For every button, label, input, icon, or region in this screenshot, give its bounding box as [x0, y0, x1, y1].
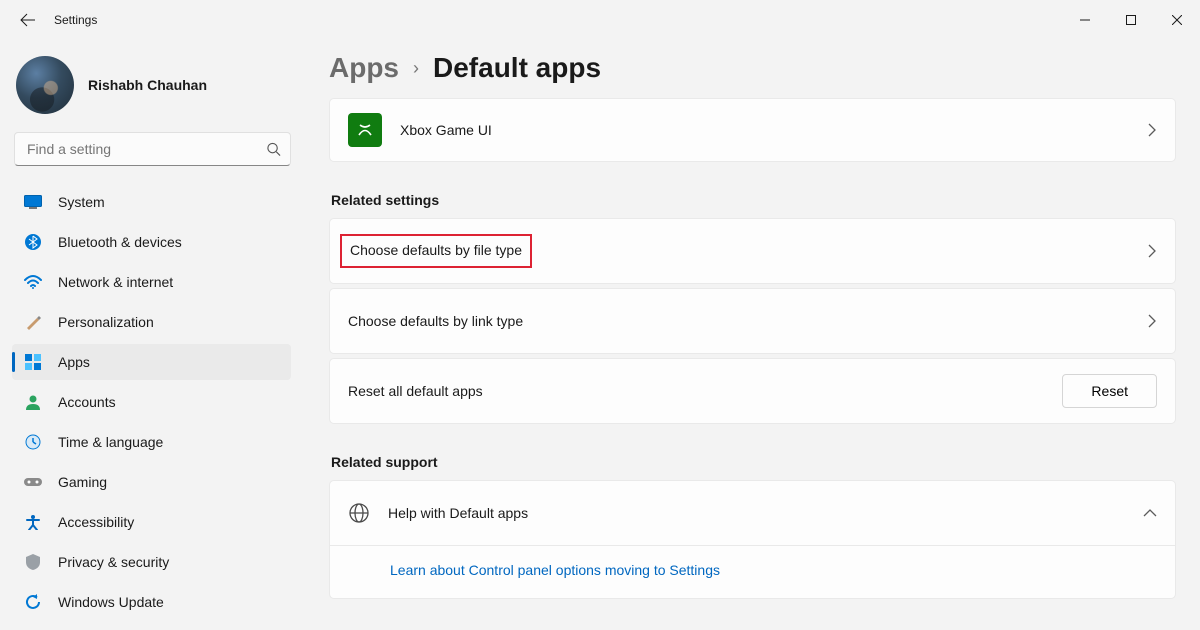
- sidebar-item-label: Gaming: [58, 474, 107, 490]
- sidebar-item-privacy[interactable]: Privacy & security: [12, 544, 291, 580]
- chevron-right-icon: [1147, 314, 1157, 328]
- user-name: Rishabh Chauhan: [88, 77, 207, 93]
- chevron-right-icon: [1147, 244, 1157, 258]
- reset-button[interactable]: Reset: [1062, 374, 1157, 408]
- user-profile[interactable]: Rishabh Chauhan: [16, 56, 289, 114]
- setting-file-type[interactable]: Choose defaults by file type: [329, 218, 1176, 284]
- gamepad-icon: [24, 473, 42, 491]
- sidebar-item-accessibility[interactable]: Accessibility: [12, 504, 291, 540]
- globe-icon: [348, 502, 370, 524]
- setting-link-type[interactable]: Choose defaults by link type: [329, 288, 1176, 354]
- support-label: Help with Default apps: [388, 505, 528, 521]
- sidebar-item-label: Windows Update: [58, 594, 164, 610]
- avatar: [16, 56, 74, 114]
- sidebar-item-label: Network & internet: [58, 274, 173, 290]
- chevron-up-icon: [1143, 508, 1157, 518]
- paint-icon: [24, 313, 42, 331]
- sidebar-item-apps[interactable]: Apps: [12, 344, 291, 380]
- monitor-icon: [24, 193, 42, 211]
- minimize-button[interactable]: [1062, 4, 1108, 36]
- search-input[interactable]: [14, 132, 291, 166]
- shield-icon: [24, 553, 42, 571]
- update-icon: [24, 593, 42, 611]
- back-button[interactable]: [18, 10, 38, 30]
- sidebar-item-gaming[interactable]: Gaming: [12, 464, 291, 500]
- page-title: Default apps: [433, 52, 601, 84]
- sidebar-item-network[interactable]: Network & internet: [12, 264, 291, 300]
- sidebar-item-label: Accessibility: [58, 514, 134, 530]
- sidebar-item-label: Bluetooth & devices: [58, 234, 182, 250]
- breadcrumb-parent[interactable]: Apps: [329, 52, 399, 84]
- support-link[interactable]: Learn about Control panel options moving…: [330, 545, 1175, 598]
- search-icon: [266, 142, 281, 157]
- wifi-icon: [24, 273, 42, 291]
- sidebar-item-personalization[interactable]: Personalization: [12, 304, 291, 340]
- setting-label: Reset all default apps: [348, 383, 483, 399]
- sidebar-item-label: Accounts: [58, 394, 116, 410]
- breadcrumb: Apps › Default apps: [329, 52, 1176, 84]
- person-icon: [24, 393, 42, 411]
- sidebar-item-label: Privacy & security: [58, 554, 169, 570]
- apps-icon: [24, 353, 42, 371]
- app-row-label: Xbox Game UI: [400, 122, 492, 138]
- maximize-button[interactable]: [1108, 4, 1154, 36]
- chevron-right-icon: [1147, 123, 1157, 137]
- sidebar-item-label: Personalization: [58, 314, 154, 330]
- xbox-icon: [348, 113, 382, 147]
- setting-label: Choose defaults by file type: [350, 242, 522, 258]
- close-button[interactable]: [1154, 4, 1200, 36]
- sidebar-item-label: Time & language: [58, 434, 163, 450]
- section-related-settings: Related settings: [331, 192, 1176, 208]
- support-help-expander[interactable]: Help with Default apps: [330, 481, 1175, 545]
- sidebar-item-bluetooth[interactable]: Bluetooth & devices: [12, 224, 291, 260]
- setting-reset-defaults: Reset all default apps Reset: [329, 358, 1176, 424]
- setting-label: Choose defaults by link type: [348, 313, 523, 329]
- sidebar-item-update[interactable]: Windows Update: [12, 584, 291, 620]
- app-row-xbox[interactable]: Xbox Game UI: [329, 98, 1176, 162]
- sidebar-item-time[interactable]: Time & language: [12, 424, 291, 460]
- accessibility-icon: [24, 513, 42, 531]
- sidebar-item-label: Apps: [58, 354, 90, 370]
- clock-icon: [24, 433, 42, 451]
- section-related-support: Related support: [331, 454, 1176, 470]
- bluetooth-icon: [24, 233, 42, 251]
- sidebar-item-label: System: [58, 194, 105, 210]
- chevron-right-icon: ›: [413, 58, 419, 79]
- sidebar-item-system[interactable]: System: [12, 184, 291, 220]
- sidebar-item-accounts[interactable]: Accounts: [12, 384, 291, 420]
- window-title: Settings: [54, 13, 97, 27]
